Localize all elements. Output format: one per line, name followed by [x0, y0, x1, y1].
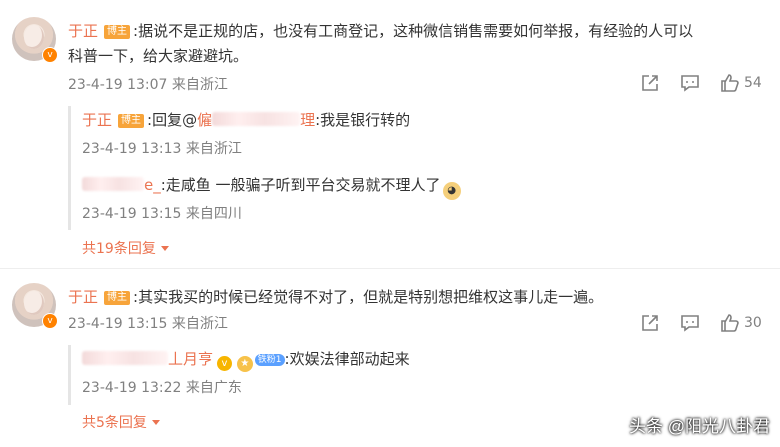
doge-emoji-icon: ◕ — [442, 182, 461, 200]
reply-thread-bar — [68, 106, 71, 230]
reply-text: 丄月亨 v ★ 铁粉1:欢娱法律部动起来 — [82, 349, 410, 372]
more-replies-link[interactable]: 共19条回复 — [82, 240, 170, 258]
mention-tail: 理 — [300, 111, 316, 129]
reply-thread-bar — [68, 345, 71, 405]
reply-meta: 23-4-19 13:15 来自四川 — [82, 206, 242, 222]
dropdown-icon — [161, 246, 170, 251]
avatar[interactable]: v — [12, 17, 58, 63]
username-link[interactable]: 于正 — [68, 22, 98, 40]
username-link[interactable]: 丄月亨 — [82, 350, 213, 368]
like-count: 30 — [744, 315, 762, 331]
avatar-face — [24, 25, 44, 49]
blogger-badge: 博主 — [104, 25, 131, 39]
avatar[interactable]: v — [12, 283, 58, 329]
share-icon — [642, 75, 658, 91]
username-tail: e_ — [144, 176, 161, 194]
comment-text: 于正 博主:据说不是正规的店，也没有工商登记，这种微信销售需要如何举报，有经验的人… — [68, 21, 693, 41]
like-count: 54 — [744, 75, 762, 91]
reply-content: :走咸鱼 一般骗子听到平台交易就不理人了 — [160, 176, 441, 194]
comment-text: 于正 博主:其实我买的时候已经觉得不对了，但就是特别想把维权这事儿走一遍。 — [68, 287, 603, 307]
blurred-name — [82, 351, 168, 365]
share-button[interactable] — [640, 73, 660, 93]
like-icon — [721, 314, 739, 332]
reply-content: :我是银行转的 — [315, 111, 411, 129]
share-button[interactable] — [640, 313, 660, 333]
comment-actions: 30 — [640, 313, 762, 333]
comment-icon — [681, 315, 699, 332]
mention-text: 僱 — [197, 111, 213, 129]
like-button[interactable]: 54 — [720, 73, 762, 93]
like-button[interactable]: 30 — [720, 313, 762, 333]
reply-text: e_:走咸鱼 一般骗子听到平台交易就不理人了 ◕ — [82, 175, 461, 200]
comment-meta: 23-4-19 13:15 来自浙江 — [68, 316, 228, 332]
comment-content: :其实我买的时候已经觉得不对了，但就是特别想把维权这事儿走一遍。 — [133, 288, 604, 306]
comment-content-cont: 科普一下，给大家避避坑。 — [68, 47, 249, 65]
reply-text: 于正 博主:回复@僱 理:我是银行转的 — [82, 110, 410, 130]
avatar-face — [24, 291, 44, 315]
more-replies-link[interactable]: 共5条回复 — [82, 414, 161, 432]
verified-small-icon: v — [217, 356, 233, 371]
comment-meta: 23-4-19 13:07 来自浙江 — [68, 77, 228, 93]
share-icon — [642, 315, 658, 331]
more-replies-label: 共19条回复 — [82, 241, 156, 257]
blogger-badge: 博主 — [118, 114, 145, 128]
reply-content: :欢娱法律部动起来 — [284, 350, 410, 368]
mention-link[interactable]: 僱理 — [197, 111, 315, 129]
verified-icon: v — [42, 47, 58, 63]
username-link[interactable]: 于正 — [68, 288, 98, 306]
fan-medal-icon: ★ — [236, 356, 253, 372]
verified-icon: v — [42, 313, 58, 329]
username-link[interactable]: 于正 — [82, 111, 112, 129]
comment-icon — [681, 75, 699, 92]
comment-content: :据说不是正规的店，也没有工商登记，这种微信销售需要如何举报，有经验的人可以 — [133, 22, 694, 40]
username-link[interactable]: e_ — [82, 176, 161, 194]
comment-divider — [0, 268, 780, 269]
username-tail: 丄月亨 — [168, 350, 214, 368]
blurred-name — [82, 177, 144, 191]
more-replies-label: 共5条回复 — [82, 415, 147, 431]
reply-prefix: :回复@ — [147, 111, 198, 129]
comment-button[interactable] — [680, 73, 700, 93]
like-icon — [721, 74, 739, 92]
reply-meta: 23-4-19 13:13 来自浙江 — [82, 141, 242, 157]
blogger-badge: 博主 — [104, 291, 131, 305]
comment-actions: 54 — [640, 73, 762, 93]
dropdown-icon — [152, 420, 161, 425]
fan-badge: 铁粉1 — [254, 354, 285, 366]
comment-button[interactable] — [680, 313, 700, 333]
watermark: 头条 @阳光八卦君 — [629, 417, 770, 436]
blurred-name — [212, 112, 301, 126]
comment-text-cont: 科普一下，给大家避避坑。 — [68, 46, 248, 66]
reply-meta: 23-4-19 13:22 来自广东 — [82, 380, 242, 396]
